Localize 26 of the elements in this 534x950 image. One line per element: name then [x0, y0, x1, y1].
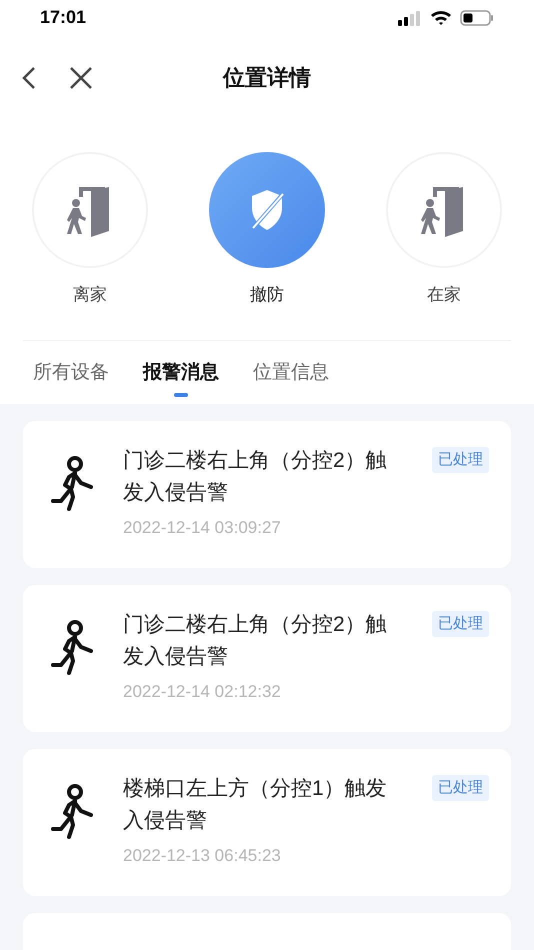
status-time: 17:01: [40, 6, 86, 29]
tab-indicator: [174, 393, 188, 397]
tab[interactable]: 位置信息: [253, 358, 329, 387]
close-icon: [70, 66, 92, 88]
mode-label: 撤防: [250, 284, 284, 306]
mode-label: 在家: [427, 284, 461, 306]
page-title: 位置详情: [223, 64, 311, 92]
battery-icon: [460, 10, 494, 26]
alarm-title: 门诊二楼右上角（分控2）触发入侵告警: [123, 448, 388, 506]
alarm-time: 2022-12-14 03:09:27: [123, 516, 282, 538]
alarm-card[interactable]: 楼梯口左上方（分控1）触发入侵告警 2022-12-13 06:45:23 已处理: [23, 748, 511, 896]
back-icon: [22, 66, 36, 90]
wifi-icon: [430, 10, 452, 26]
alarm-title: 门诊二楼右上角（分控2）触发入侵告警: [123, 612, 388, 670]
alarm-card[interactable]: 门诊二楼右上角（分控2）触发入侵告警 2022-12-14 03:09:27 已处理: [23, 420, 511, 568]
tab[interactable]: 报警消息: [143, 358, 219, 397]
tab[interactable]: 所有设备: [33, 358, 109, 387]
mode-label: 离家: [73, 284, 107, 306]
alarm-card[interactable]: 门诊二楼右上角（分控2）触发入侵告警 2022-12-14 02:12:32 已处理: [23, 584, 511, 732]
alarm-title: 楼梯口左上方（分控1）触发入侵告警: [123, 776, 388, 834]
signal-icon: [398, 10, 422, 26]
status-tag: 已处理: [432, 774, 489, 801]
status-tag: 已处理: [432, 610, 489, 637]
alarm-time: 2022-12-13 06:45:23: [123, 844, 282, 866]
status-tag: 已处理: [432, 446, 489, 473]
alarm-time: 2022-12-14 02:12:32: [123, 680, 282, 702]
